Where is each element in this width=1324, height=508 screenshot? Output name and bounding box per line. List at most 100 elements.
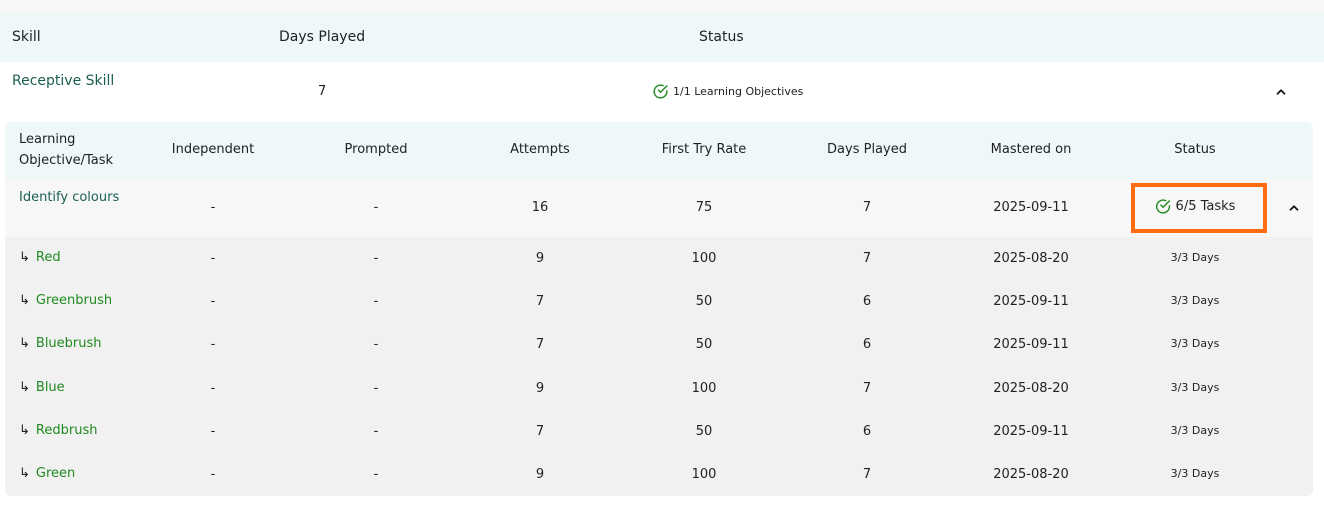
objective-days-played: 7 [862, 200, 872, 215]
task-status: 3/3 Days [1170, 467, 1220, 480]
skill-progress-card: Skill Days Played Status Receptive Skill… [0, 12, 1324, 508]
task-name-cell[interactable]: ↳ Bluebrush [19, 336, 102, 351]
task-name[interactable]: Green [36, 466, 75, 481]
task-independent: - [210, 467, 216, 482]
header-mastered-on: Mastered on [990, 142, 1072, 157]
task-attempts: 9 [535, 467, 545, 482]
task-prompted: - [373, 380, 379, 396]
task-row[interactable]: ↳ Greenbrush - - 7 50 6 2025-09-11 3/3 D… [5, 280, 1313, 324]
task-attempts: 7 [535, 423, 545, 439]
task-first-try-rate: 100 [691, 380, 717, 396]
objective-status: 6/5 Tasks [1155, 198, 1236, 215]
task-prompted: - [373, 251, 379, 266]
chevron-up-icon[interactable] [1273, 84, 1289, 100]
task-status: 3/3 Days [1170, 337, 1220, 351]
header-first-try-rate: First Try Rate [661, 142, 747, 157]
check-circle-icon [1155, 199, 1171, 214]
header-days-played: Days Played [827, 142, 907, 157]
task-status: 3/3 Days [1170, 380, 1220, 394]
header-prompted: Prompted [344, 142, 408, 157]
task-independent: - [210, 380, 216, 396]
subdirectory-arrow-icon: ↳ [19, 293, 30, 309]
task-attempts: 7 [535, 337, 545, 353]
task-name[interactable]: Greenbrush [36, 293, 112, 308]
task-first-try-rate: 50 [695, 337, 713, 353]
learning-objectives-table: Learning Objective/Task Independent Prom… [5, 122, 1313, 496]
task-status: 3/3 Days [1170, 423, 1220, 437]
task-days-played: 7 [862, 251, 872, 266]
task-name[interactable]: Bluebrush [36, 336, 102, 351]
task-row[interactable]: ↳ Blue - - 9 100 7 2025-08-20 3/3 Days [5, 366, 1313, 410]
task-independent: - [210, 423, 216, 439]
check-circle-icon [653, 84, 668, 99]
task-status: 3/3 Days [1170, 251, 1220, 264]
task-days-played: 6 [862, 423, 872, 439]
task-independent: - [210, 337, 216, 353]
task-name-cell[interactable]: ↳ Blue [19, 380, 65, 395]
subdirectory-arrow-icon: ↳ [19, 250, 30, 265]
objective-mastered-on: 2025-09-11 [993, 200, 1069, 215]
task-attempts: 9 [535, 251, 545, 266]
task-independent: - [210, 294, 216, 310]
task-row[interactable]: ↳ Bluebrush - - 7 50 6 2025-09-11 3/3 Da… [5, 323, 1313, 367]
task-name[interactable]: Redbrush [36, 423, 98, 438]
task-name[interactable]: Red [36, 250, 61, 265]
task-name-cell[interactable]: ↳ Green [19, 466, 75, 481]
task-first-try-rate: 50 [695, 423, 713, 439]
objective-name[interactable]: Identify colours [19, 187, 129, 208]
header-independent: Independent [171, 142, 255, 157]
task-row[interactable]: ↳ Red - - 9 100 7 2025-08-20 3/3 Days [5, 237, 1313, 280]
header-learning-objective: Learning Objective/Task [19, 132, 114, 168]
skill-row[interactable]: Receptive Skill 7 1/1 Learning Objective… [0, 62, 1324, 122]
header-days-played: Days Played [279, 29, 366, 45]
task-days-played: 6 [862, 294, 872, 310]
task-mastered-on: 2025-08-20 [993, 251, 1069, 266]
task-row[interactable]: ↳ Green - - 9 100 7 2025-08-20 3/3 Days [5, 453, 1313, 496]
header-skill: Skill [12, 29, 41, 45]
header-attempts: Attempts [510, 142, 570, 157]
subdirectory-arrow-icon: ↳ [19, 336, 30, 352]
task-prompted: - [373, 467, 379, 482]
skill-status: 1/1 Learning Objectives [652, 83, 803, 100]
task-prompted: - [373, 423, 379, 439]
objective-status-label: 6/5 Tasks [1175, 199, 1236, 214]
objective-independent: - [210, 200, 216, 215]
objective-row[interactable]: Identify colours - - 16 75 7 2025-09-11 … [5, 180, 1313, 237]
task-name[interactable]: Blue [36, 380, 65, 395]
header-status: Status [1174, 142, 1216, 157]
task-days-played: 7 [862, 380, 872, 396]
task-attempts: 9 [535, 380, 545, 396]
task-first-try-rate: 50 [695, 294, 713, 310]
chevron-up-icon[interactable] [1286, 200, 1302, 216]
header-status: Status [699, 29, 744, 45]
task-days-played: 6 [862, 337, 872, 353]
task-first-try-rate: 100 [691, 467, 717, 482]
subdirectory-arrow-icon: ↳ [19, 379, 30, 395]
task-name-cell[interactable]: ↳ Greenbrush [19, 293, 112, 308]
task-first-try-rate: 100 [691, 251, 717, 266]
task-row[interactable]: ↳ Redbrush - - 7 50 6 2025-09-11 3/3 Day… [5, 409, 1313, 453]
skill-name[interactable]: Receptive Skill [12, 71, 122, 92]
task-name-cell[interactable]: ↳ Redbrush [19, 423, 97, 438]
skill-days-played: 7 [318, 84, 327, 99]
task-mastered-on: 2025-08-20 [993, 467, 1069, 482]
task-independent: - [210, 251, 216, 266]
objective-attempts: 16 [531, 200, 549, 215]
task-attempts: 7 [535, 294, 545, 310]
task-prompted: - [373, 337, 379, 353]
objectives-table-header: Learning Objective/Task Independent Prom… [5, 122, 1313, 180]
task-days-played: 7 [862, 467, 872, 482]
objective-prompted: - [373, 200, 379, 215]
task-mastered-on: 2025-09-11 [993, 294, 1069, 310]
task-status: 3/3 Days [1170, 294, 1220, 308]
objective-first-try-rate: 75 [695, 200, 713, 215]
task-mastered-on: 2025-09-11 [993, 337, 1069, 353]
skill-status-label: 1/1 Learning Objectives [673, 85, 804, 98]
subdirectory-arrow-icon: ↳ [19, 422, 30, 438]
task-mastered-on: 2025-09-11 [993, 423, 1069, 439]
task-mastered-on: 2025-08-20 [993, 380, 1069, 396]
task-prompted: - [373, 294, 379, 310]
subdirectory-arrow-icon: ↳ [19, 466, 30, 481]
skill-table-header: Skill Days Played Status [0, 12, 1324, 62]
task-name-cell[interactable]: ↳ Red [19, 250, 61, 265]
